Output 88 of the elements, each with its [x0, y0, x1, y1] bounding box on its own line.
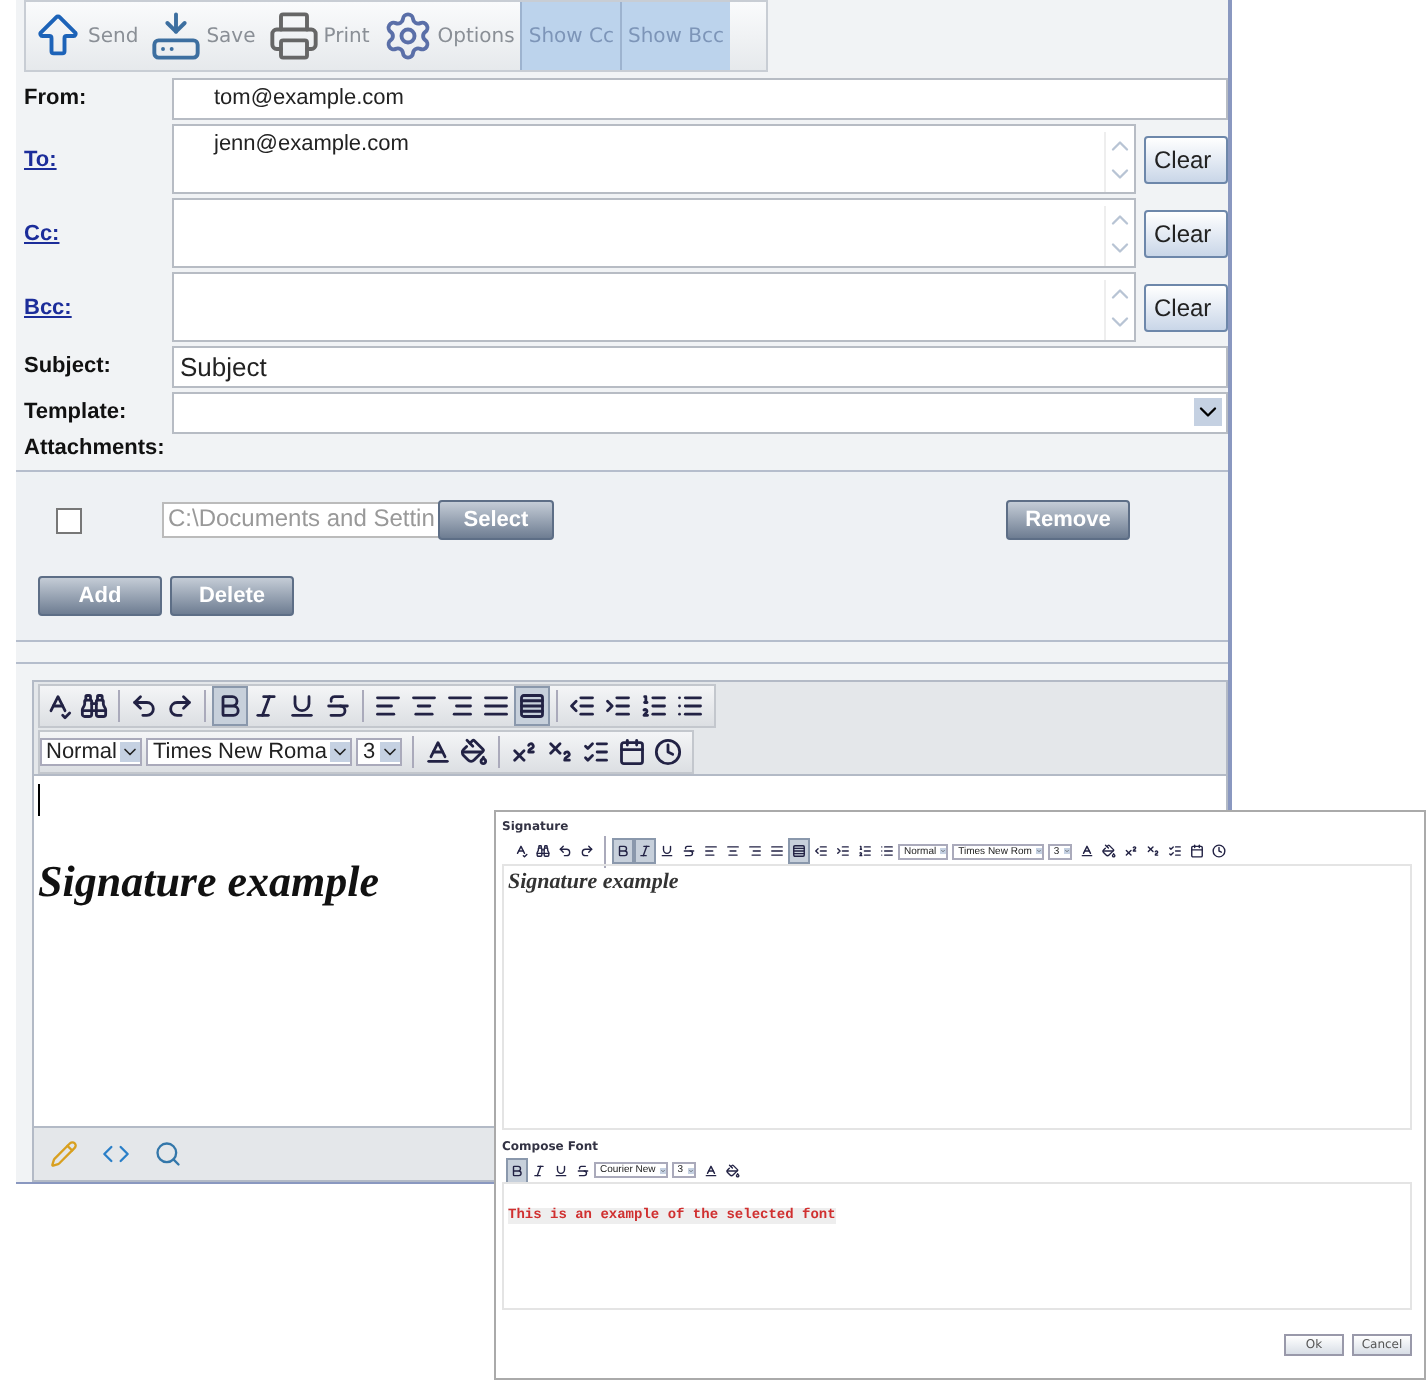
italic-icon — [252, 691, 280, 719]
recipient-field[interactable]: jenn@example.com — [172, 124, 1136, 194]
spellcheck-icon — [44, 691, 72, 719]
signature-text: Signature example — [38, 856, 380, 908]
recipient-field[interactable] — [172, 198, 1136, 268]
dropdown[interactable]: Normal — [40, 737, 143, 765]
search-icon[interactable] — [154, 1140, 182, 1168]
drive-download-icon — [150, 10, 203, 62]
align-center-icon — [726, 844, 740, 858]
bold-icon — [510, 1163, 524, 1177]
calendar-icon — [617, 737, 646, 765]
subscript-icon — [1145, 844, 1160, 858]
italic-icon — [638, 844, 652, 858]
bold-icon — [216, 691, 244, 719]
spellcheck-icon — [514, 844, 528, 858]
font-color-icon — [703, 1163, 718, 1177]
list-icon — [1167, 844, 1182, 858]
field-label: Subject: — [24, 354, 113, 378]
clear-button[interactable]: Clear — [1144, 283, 1228, 331]
field-label: From: — [24, 86, 89, 110]
indent-icon — [836, 844, 850, 858]
checkbox[interactable] — [56, 507, 82, 533]
align-center-icon — [410, 691, 438, 719]
outdent-icon — [568, 691, 596, 719]
align-left-icon — [704, 844, 718, 858]
bullet-list-icon — [676, 691, 704, 719]
superscript-icon — [1123, 844, 1138, 858]
toolbar-button[interactable] — [1097, 838, 1120, 864]
font-color-icon — [1079, 844, 1094, 858]
signature-text: Signature example — [508, 870, 681, 894]
paint-bucket-icon — [459, 737, 488, 765]
paint-bucket-icon — [1101, 844, 1116, 858]
align-right-icon — [446, 691, 474, 719]
underline-icon — [554, 1163, 568, 1177]
underline-icon — [288, 691, 316, 719]
field-link[interactable]: Bcc: — [24, 295, 172, 319]
field-link[interactable]: To: — [24, 147, 172, 171]
clear-button[interactable]: Clear — [1144, 135, 1228, 183]
binoculars-icon — [536, 844, 550, 858]
lines-icon — [518, 691, 546, 719]
from-field[interactable]: tom@example.com — [172, 77, 1228, 119]
undo-icon — [130, 691, 158, 719]
outdent-icon — [814, 844, 828, 858]
recipient-field[interactable] — [172, 272, 1136, 342]
strikethrough-icon — [324, 691, 352, 719]
dropdown[interactable]: 3 — [356, 737, 402, 765]
clear-button[interactable]: Clear — [1144, 209, 1228, 257]
text-cursor — [38, 784, 40, 816]
align-justify-icon — [482, 691, 510, 719]
code-icon[interactable] — [102, 1140, 130, 1168]
binoculars-icon — [80, 691, 108, 719]
italic-icon — [532, 1163, 546, 1177]
subject-field[interactable]: Subject — [172, 345, 1228, 387]
list-icon — [581, 737, 610, 765]
bold-icon — [616, 844, 630, 858]
strikethrough-icon — [682, 844, 696, 858]
lines-icon — [792, 844, 806, 858]
indent-icon — [604, 691, 632, 719]
field-label: Attachments: — [24, 436, 165, 460]
toolbar-button[interactable] — [612, 838, 634, 864]
printer-icon — [267, 10, 320, 62]
bullet-list-icon — [880, 844, 894, 858]
underline-icon — [660, 844, 674, 858]
toolbar-button[interactable] — [506, 1157, 528, 1183]
numbered-list-icon — [640, 691, 668, 719]
align-justify-icon — [770, 844, 784, 858]
toolbar-button[interactable] — [212, 685, 248, 725]
dropdown[interactable]: Times New Roma — [146, 737, 353, 765]
numbered-list-icon — [858, 844, 872, 858]
subscript-icon — [545, 737, 574, 765]
undo-icon — [558, 844, 572, 858]
toolbar-button[interactable] — [788, 838, 810, 864]
clock-icon — [1211, 844, 1226, 858]
redo-icon — [166, 691, 194, 719]
strikethrough-icon — [576, 1163, 590, 1177]
align-right-icon — [748, 844, 762, 858]
calendar-icon — [1189, 844, 1204, 858]
field-link[interactable]: Cc: — [24, 221, 172, 245]
redo-icon — [580, 844, 594, 858]
field-label: Template: — [24, 400, 129, 424]
toolbar-button[interactable] — [634, 838, 656, 864]
align-left-icon — [374, 691, 402, 719]
superscript-icon — [509, 737, 538, 765]
toolbar-button[interactable] — [514, 685, 550, 725]
paint-bucket-icon — [725, 1163, 740, 1177]
font-color-icon — [423, 737, 452, 765]
settings-icon — [381, 10, 434, 62]
clock-icon — [653, 737, 682, 765]
